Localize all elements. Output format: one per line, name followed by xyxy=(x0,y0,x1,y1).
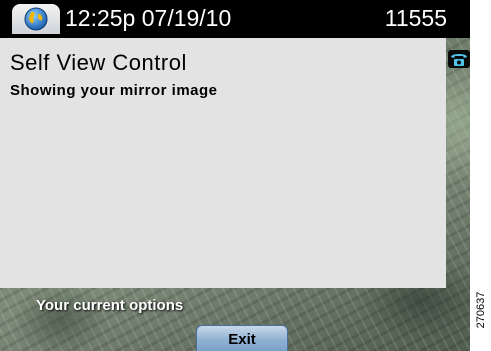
phone-handset-icon xyxy=(448,50,470,68)
phone-screen: 12:25p 07/19/10 11555 Self View Control … xyxy=(0,0,470,351)
page-title: Self View Control xyxy=(10,50,187,75)
line-tab[interactable] xyxy=(12,4,60,34)
figure-id-text: 270637 xyxy=(475,291,487,329)
page-subtitle: Showing your mirror image xyxy=(10,82,218,99)
exit-softkey-button[interactable]: Exit xyxy=(196,325,288,351)
softkey-prompt: Your current options xyxy=(36,297,184,314)
content-panel: Self View Control Showing your mirror im… xyxy=(0,38,446,288)
extension-number: 11555 xyxy=(384,5,447,31)
datetime: 12:25p 07/19/10 xyxy=(65,5,232,31)
status-bar: 12:25p 07/19/10 11555 xyxy=(0,0,470,38)
globe-icon xyxy=(24,7,48,31)
figure-id: 270637 xyxy=(474,270,488,350)
